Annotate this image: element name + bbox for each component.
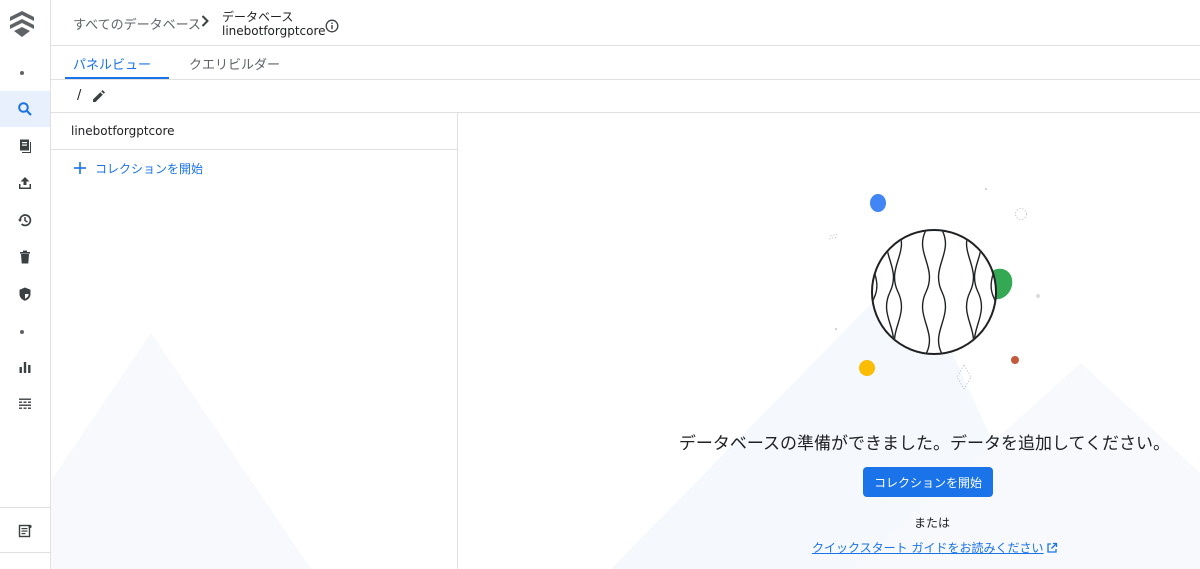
rail-item-release-notes[interactable] [0, 513, 50, 549]
or-text: または [914, 516, 951, 530]
quickstart-guide-link[interactable]: クイックスタート ガイドをお読みください [812, 539, 1058, 556]
blue-blob [870, 194, 886, 212]
rail-separator [0, 507, 50, 508]
database-ready-illustration [828, 188, 1040, 390]
rail-separator [0, 552, 50, 553]
rail-item-delete[interactable] [0, 239, 50, 275]
breadcrumb-database-name: linebotforgptcore [222, 24, 326, 38]
rail-item-indexes[interactable] [0, 386, 50, 422]
upload-icon [19, 177, 31, 189]
indexes-icon [19, 398, 31, 409]
tab-query-builder[interactable]: クエリビルダー [189, 54, 280, 73]
tab-panel-view[interactable]: パネルビュー [73, 54, 151, 73]
chevron-right-icon [201, 15, 209, 27]
breadcrumb-current-label: データベース [222, 10, 294, 24]
path-text: / [77, 88, 82, 103]
history-icon [18, 214, 32, 227]
rail-item-search[interactable] [0, 91, 50, 127]
panel-database-title: linebotforgptcore [71, 124, 175, 138]
breadcrumb-all-databases-link[interactable]: すべてのデータベース [73, 14, 201, 33]
rail-dot-divider [20, 71, 24, 75]
empty-state: データベースの準備ができました。データを追加してください。 コレクションを開始 … [459, 113, 1200, 569]
start-collection-button[interactable]: コレクションを開始 [863, 467, 993, 497]
release-notes-icon [18, 524, 32, 538]
red-dot [1011, 356, 1019, 364]
quickstart-guide-link-label: クイックスタート ガイドをお読みください [812, 541, 1044, 555]
active-tab-indicator [65, 77, 169, 79]
collections-panel: linebotforgptcore コレクションを開始 [51, 113, 458, 569]
breadcrumb: すべてのデータベース データベース linebotforgptcore [51, 0, 1200, 46]
trash-icon [20, 250, 30, 264]
path-bar: / [51, 80, 1200, 113]
yellow-blob [859, 360, 875, 376]
shield-icon [19, 287, 31, 301]
panel-header: linebotforgptcore [51, 113, 457, 150]
rail-item-usage[interactable] [0, 349, 50, 385]
start-collection-link[interactable]: コレクションを開始 [73, 159, 203, 177]
info-icon[interactable] [325, 19, 339, 33]
open-in-new-icon [1047, 542, 1058, 553]
empty-state-message: データベースの準備ができました。データを追加してください。 [678, 434, 1170, 454]
rail-dot-divider [20, 330, 24, 334]
rail-item-history[interactable] [0, 202, 50, 238]
pencil-icon[interactable] [91, 89, 106, 104]
documents-icon [20, 139, 31, 153]
plus-icon [74, 162, 86, 174]
start-collection-link-label: コレクションを開始 [95, 161, 204, 176]
rail-item-documents[interactable] [0, 128, 50, 164]
left-icon-rail [0, 0, 51, 569]
view-tabs: パネルビュー クエリビルダー [51, 46, 1200, 80]
rail-item-import-export[interactable] [0, 165, 50, 201]
search-icon [18, 102, 32, 116]
rail-item-security-rules[interactable] [0, 276, 50, 312]
firestore-logo-icon[interactable] [9, 10, 35, 38]
bar-chart-icon [19, 362, 31, 373]
